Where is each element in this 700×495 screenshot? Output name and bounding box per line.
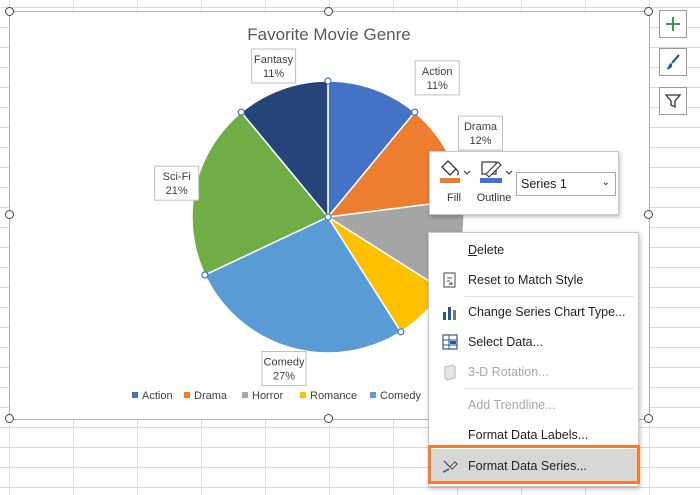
delete-rest: elete [477, 243, 505, 257]
chart-elements-button[interactable] [659, 10, 687, 38]
resize-handle-bottom-left[interactable] [5, 414, 14, 423]
menu-item-add-trendline: Add Trendline... [429, 390, 638, 420]
data-label-category: Drama [464, 121, 498, 133]
legend-swatch [300, 392, 306, 398]
series-selection-point[interactable] [237, 108, 245, 116]
data-label-percent: 27% [273, 371, 295, 383]
menu-item-3d-rotation: 3-D Rotation... [429, 357, 638, 387]
data-label-action[interactable]: Action 11% [414, 60, 460, 96]
menu-separator [465, 388, 634, 389]
chart-filters-button[interactable] [659, 87, 687, 115]
resize-handle-bottom-center[interactable] [324, 414, 333, 423]
resize-handle-bottom-right[interactable] [644, 414, 653, 423]
chart-title[interactable]: Favorite Movie Genre [247, 25, 410, 44]
data-label-percent: 12% [469, 135, 491, 147]
highlight-box [428, 445, 640, 484]
data-label-percent: 11% [263, 68, 284, 80]
fill-label: Fill [446, 192, 462, 204]
legend-item-romance[interactable]: Romance [300, 390, 357, 402]
data-label-category: Action [422, 66, 453, 78]
series-selection-point[interactable] [201, 271, 209, 279]
legend-label: Action [142, 390, 173, 402]
resize-handle-middle-right[interactable] [644, 210, 653, 219]
bar-chart-icon [443, 307, 456, 320]
mini-toolbar: Fill Outline Series 1 ⌄ [429, 151, 619, 215]
menu-item-format-labels-label: Format Data Labels... [468, 428, 589, 442]
data-label-fantasy[interactable]: Fantasy 11% [251, 48, 297, 84]
menu-item-reset-label: Reset to Match Style [468, 273, 584, 287]
data-label-category: Fantasy [254, 54, 294, 66]
menu-item-select-data-label: Select Data... [468, 335, 544, 349]
menu-item-change-type[interactable]: Change Series Chart Type... [429, 297, 638, 327]
legend-label: Horror [252, 390, 284, 402]
menu-item-reset[interactable]: Reset to Match Style [429, 265, 638, 295]
resize-handle-top-right[interactable] [644, 7, 653, 16]
series-dropdown[interactable]: Series 1 ⌄ [516, 172, 616, 196]
legend-item-drama[interactable]: Drama [184, 390, 228, 402]
menu-item-select-data[interactable]: Select Data... [429, 327, 638, 357]
pen-outline-icon [480, 161, 513, 183]
data-label-sci-fi[interactable]: Sci-Fi 21% [154, 165, 200, 201]
paintbrush-icon [666, 54, 680, 70]
data-label-category: Sci-Fi [163, 171, 191, 183]
reset-style-icon [443, 272, 456, 288]
menu-item-delete-label: Delete [468, 243, 504, 257]
delete-mnemonic: D [468, 243, 478, 257]
legend-item-horror[interactable]: Horror [242, 390, 284, 402]
outline-label: Outline [476, 192, 512, 204]
data-label-drama[interactable]: Drama 12% [458, 115, 503, 151]
series-selection-point[interactable] [397, 328, 405, 336]
resize-handle-top-left[interactable] [5, 7, 14, 16]
chevron-down-icon: ⌄ [601, 177, 610, 188]
legend-label: Romance [310, 390, 357, 402]
menu-item-add-trendline-label: Add Trendline... [468, 398, 556, 412]
series-selection-point[interactable] [324, 77, 332, 85]
legend-swatch [370, 392, 376, 398]
series-dropdown-value: Series 1 [521, 177, 567, 191]
legend-label: Drama [194, 390, 228, 402]
legend-label: Comedy [380, 390, 421, 402]
legend-swatch [184, 392, 190, 398]
plus-icon [666, 17, 680, 31]
data-label-percent: 21% [166, 185, 188, 197]
legend-swatch [242, 392, 248, 398]
data-label-category: Comedy [264, 357, 305, 369]
menu-item-delete[interactable]: Delete [429, 235, 638, 265]
resize-handle-middle-left[interactable] [5, 210, 14, 219]
chart-styles-button[interactable] [659, 48, 687, 76]
legend-swatch [132, 392, 138, 398]
data-label-percent: 11% [427, 80, 448, 92]
data-label-comedy[interactable]: Comedy 27% [261, 351, 307, 386]
menu-item-change-type-label: Change Series Chart Type... [468, 305, 626, 319]
legend-item-comedy[interactable]: Comedy [370, 390, 421, 402]
filter-icon [664, 94, 682, 109]
series-selection-point[interactable] [411, 108, 419, 116]
series-selection-point[interactable] [324, 213, 332, 221]
resize-handle-top-center[interactable] [324, 7, 333, 16]
legend-item-action[interactable]: Action [132, 390, 173, 402]
menu-item-3d-rotation-label: 3-D Rotation... [468, 365, 549, 379]
3d-rotation-icon [444, 364, 456, 381]
paint-bucket-icon [440, 160, 471, 183]
select-data-icon [442, 334, 458, 350]
